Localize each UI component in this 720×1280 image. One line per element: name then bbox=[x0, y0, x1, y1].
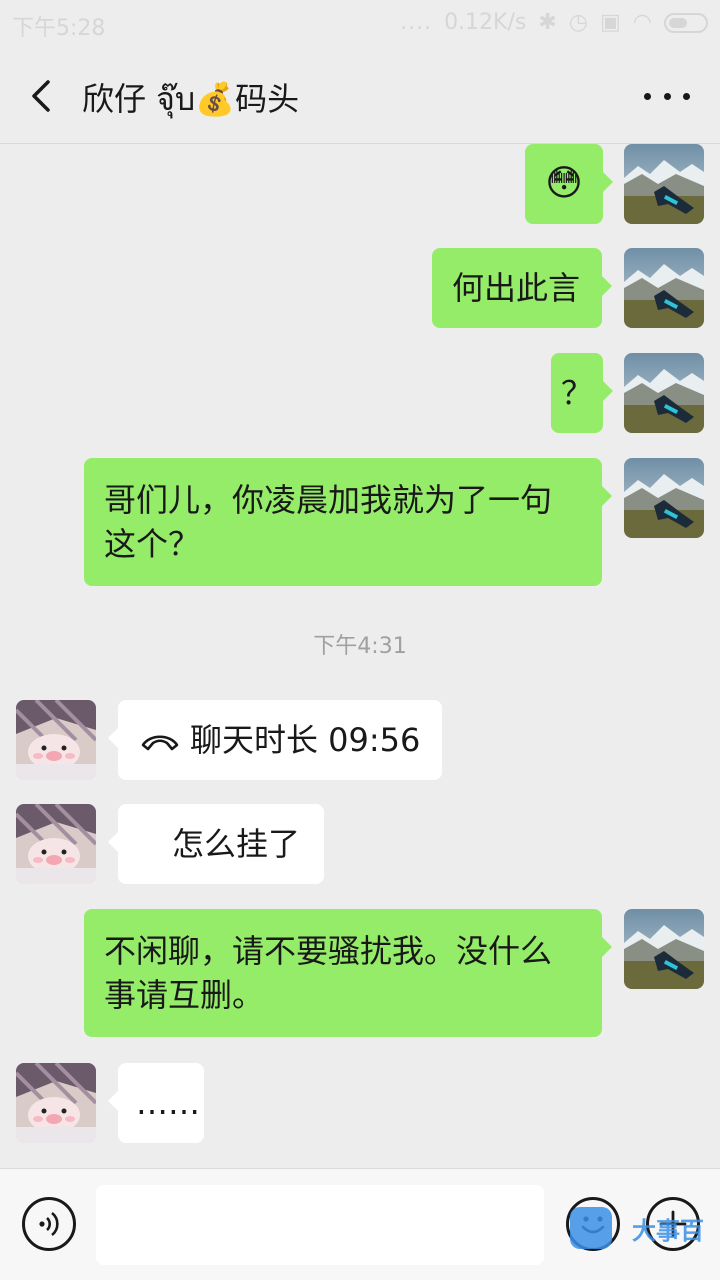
sim-icon: ▣ bbox=[600, 10, 621, 35]
chat-title: 欣仔 จุ๊บ💰码头 bbox=[82, 80, 300, 118]
message-text: 不闲聊，请不要骚扰我。没什么事请互删。 bbox=[104, 932, 553, 1014]
message-text: ？ bbox=[560, 374, 593, 412]
status-bar: 下午5:28 .... 0.12K/s ✱ ◷ ▣ ◠ bbox=[0, 0, 720, 48]
more-dot-icon bbox=[663, 92, 671, 100]
call-record-bubble[interactable]: 聊天时长 09:56 bbox=[108, 700, 442, 780]
more-dot-icon bbox=[644, 92, 651, 100]
message-bubble-received[interactable]: 怎么挂了 bbox=[108, 804, 324, 884]
back-button[interactable] bbox=[20, 74, 64, 118]
more-dot-icon bbox=[683, 92, 690, 100]
message-text: 哥们儿，你凌晨加我就为了一句这个？ bbox=[104, 481, 553, 563]
chevron-left-icon bbox=[32, 80, 50, 112]
alarm-icon: ◷ bbox=[568, 10, 588, 35]
my-avatar[interactable] bbox=[624, 144, 704, 224]
chat-header: 欣仔 จุ๊บ💰码头 bbox=[0, 48, 720, 144]
message-text: 😳 bbox=[545, 163, 583, 204]
my-avatar[interactable] bbox=[624, 248, 704, 328]
my-avatar[interactable] bbox=[624, 353, 704, 433]
contact-avatar[interactable] bbox=[16, 700, 96, 780]
bluetooth-icon: ✱ bbox=[538, 10, 557, 35]
phone-hangup-icon bbox=[141, 735, 179, 751]
call-duration-label: 聊天时长 09:56 bbox=[190, 721, 421, 759]
status-right: .... 0.12K/s ✱ ◷ ▣ ◠ bbox=[400, 10, 708, 35]
wifi-icon: ◠ bbox=[632, 10, 652, 35]
message-text: …… bbox=[136, 1084, 200, 1122]
voice-input-button[interactable] bbox=[22, 1197, 76, 1251]
message-bubble-sent[interactable]: 😳 bbox=[525, 144, 613, 224]
net-speed: 0.12K/s bbox=[444, 10, 527, 35]
my-avatar[interactable] bbox=[624, 458, 704, 538]
message-timestamp: 下午4:31 bbox=[313, 634, 407, 659]
message-text: 怎么挂了 bbox=[172, 825, 301, 863]
contact-avatar[interactable] bbox=[16, 804, 96, 884]
input-toolbar: 大事百 bbox=[0, 1168, 720, 1280]
watermark-logo bbox=[570, 1207, 612, 1249]
status-time: 下午5:28 bbox=[12, 16, 106, 41]
message-bubble-sent[interactable]: ？ bbox=[551, 353, 613, 433]
message-input[interactable] bbox=[96, 1185, 544, 1265]
watermark-text: 大事百 bbox=[632, 1217, 704, 1245]
message-bubble-sent[interactable]: 不闲聊，请不要骚扰我。没什么事请互删。 bbox=[84, 909, 612, 1037]
signal-dots: .... bbox=[400, 10, 433, 35]
my-avatar[interactable] bbox=[624, 909, 704, 989]
more-options-button[interactable] bbox=[644, 76, 690, 116]
message-bubble-received[interactable]: …… bbox=[108, 1063, 204, 1143]
message-bubble-sent[interactable]: 何出此言 bbox=[432, 248, 612, 328]
battery-icon bbox=[664, 12, 708, 33]
message-text: 何出此言 bbox=[452, 269, 581, 307]
message-bubble-sent[interactable]: 哥们儿，你凌晨加我就为了一句这个？ bbox=[84, 458, 612, 586]
voice-icon bbox=[39, 1211, 59, 1237]
contact-avatar[interactable] bbox=[16, 1063, 96, 1143]
